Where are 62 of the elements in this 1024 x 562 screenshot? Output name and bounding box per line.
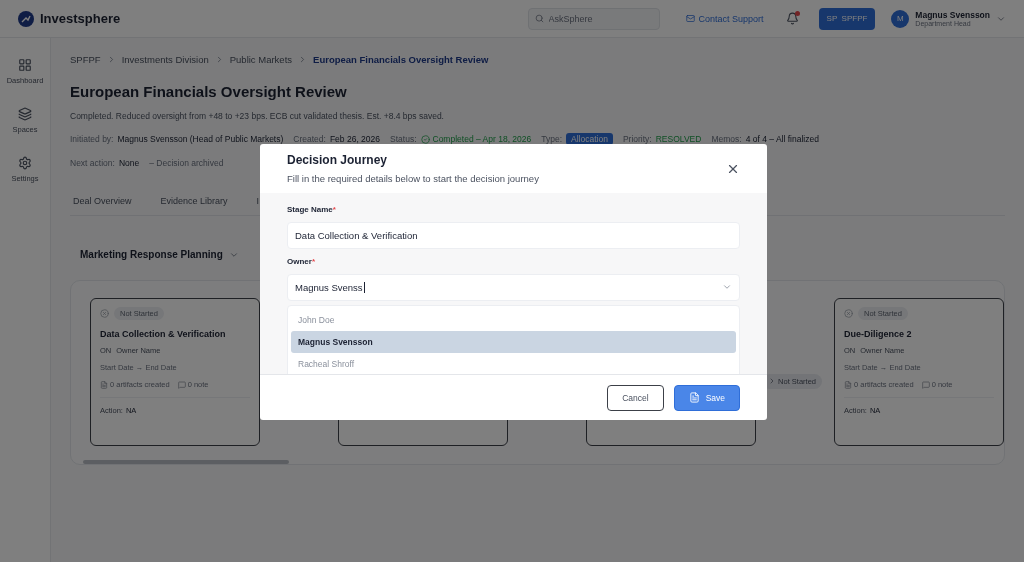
type-tag: Allocation: [566, 133, 613, 145]
comment-icon: [177, 380, 186, 389]
contact-support-link[interactable]: Contact Support: [685, 13, 764, 24]
text-cursor: [363, 282, 365, 293]
owner-option[interactable]: Magnus Svensson: [291, 331, 736, 353]
document-icon: [844, 380, 852, 389]
meta-value: 4 of 4 – All finalized: [745, 134, 819, 144]
search-field[interactable]: AskSphere: [527, 7, 660, 30]
dialog-subtitle: Fill in the required details below to start the decision journey: [287, 173, 539, 184]
workspace-button[interactable]: SP SPFPF: [818, 7, 876, 30]
chevron-down-icon[interactable]: [722, 282, 732, 292]
meta-label: Next action:: [70, 158, 115, 168]
meta-value: None: [118, 158, 140, 168]
mail-icon: [685, 14, 695, 23]
user-avatar: M: [891, 9, 910, 28]
breadcrumb-link[interactable]: SPFPF: [70, 53, 101, 65]
layers-icon: [18, 107, 32, 121]
check-circle-icon: [420, 134, 430, 144]
status-icon: [844, 309, 853, 318]
meta-value: Magnus Svensson (Head of Public Markets): [117, 134, 284, 144]
summary-text: Completed. Reduced oversight from +48 to +23 bps. ECB cut validated thesis. Est. +8.4 bps saved.: [70, 111, 445, 121]
status-icon: [100, 309, 109, 318]
owner-label: Owner*: [287, 257, 317, 266]
page-title: European Financials Oversight Review: [70, 83, 348, 100]
document-icon: [100, 380, 108, 389]
meta-value: Feb 26, 2026: [329, 134, 381, 144]
breadcrumb-link[interactable]: European Financials Oversight Review: [313, 53, 489, 65]
owner-option[interactable]: Racheal Shroff: [291, 353, 736, 374]
tab[interactable]: I: [253, 196, 260, 215]
journey-selector[interactable]: Marketing Response Planning: [80, 249, 239, 260]
notifications-button[interactable]: [785, 12, 799, 25]
tab[interactable]: Deal Overview: [70, 196, 132, 215]
logo-icon: [18, 10, 34, 27]
meta-label: Initiated by:: [70, 134, 114, 144]
dialog-title: Decision Journey: [287, 153, 389, 167]
meta-label: Status:: [390, 134, 417, 144]
user-name: Magnus Svensson: [915, 10, 990, 20]
meta-label: Created:: [293, 134, 326, 144]
stage-name-field[interactable]: Data Collection & Verification: [287, 222, 740, 249]
breadcrumb-link[interactable]: Investments Division: [121, 53, 209, 65]
meta-label: Type:: [541, 134, 563, 144]
search-icon: [534, 13, 544, 23]
owner-field[interactable]: Magnus Svenss: [287, 274, 740, 301]
dashboard-icon: [18, 58, 32, 72]
tab[interactable]: Evidence Library: [157, 196, 228, 215]
settings-icon: [18, 156, 32, 170]
status-value: Completed – Apr 18, 2026: [420, 134, 532, 144]
meta-label: Priority:: [622, 134, 652, 144]
next-action-note: – Decision archived: [149, 158, 224, 168]
cancel-button[interactable]: Cancel: [607, 384, 664, 411]
priority-value: RESOLVED: [655, 134, 702, 144]
owner-option[interactable]: John Doe: [291, 309, 736, 331]
save-button[interactable]: Save: [673, 384, 740, 411]
document-icon: [688, 392, 700, 403]
stage-title: Data Collection & Verification: [100, 329, 227, 339]
stage-title: Due-Diligence 2: [844, 329, 913, 339]
stage-name-label: Stage Name*: [287, 205, 337, 214]
meta-label: Memos:: [711, 134, 742, 144]
breadcrumb-link[interactable]: Public Markets: [229, 53, 293, 65]
close-button[interactable]: [726, 162, 740, 176]
comment-icon: [921, 380, 930, 389]
app-name: Investsphere: [40, 11, 121, 26]
